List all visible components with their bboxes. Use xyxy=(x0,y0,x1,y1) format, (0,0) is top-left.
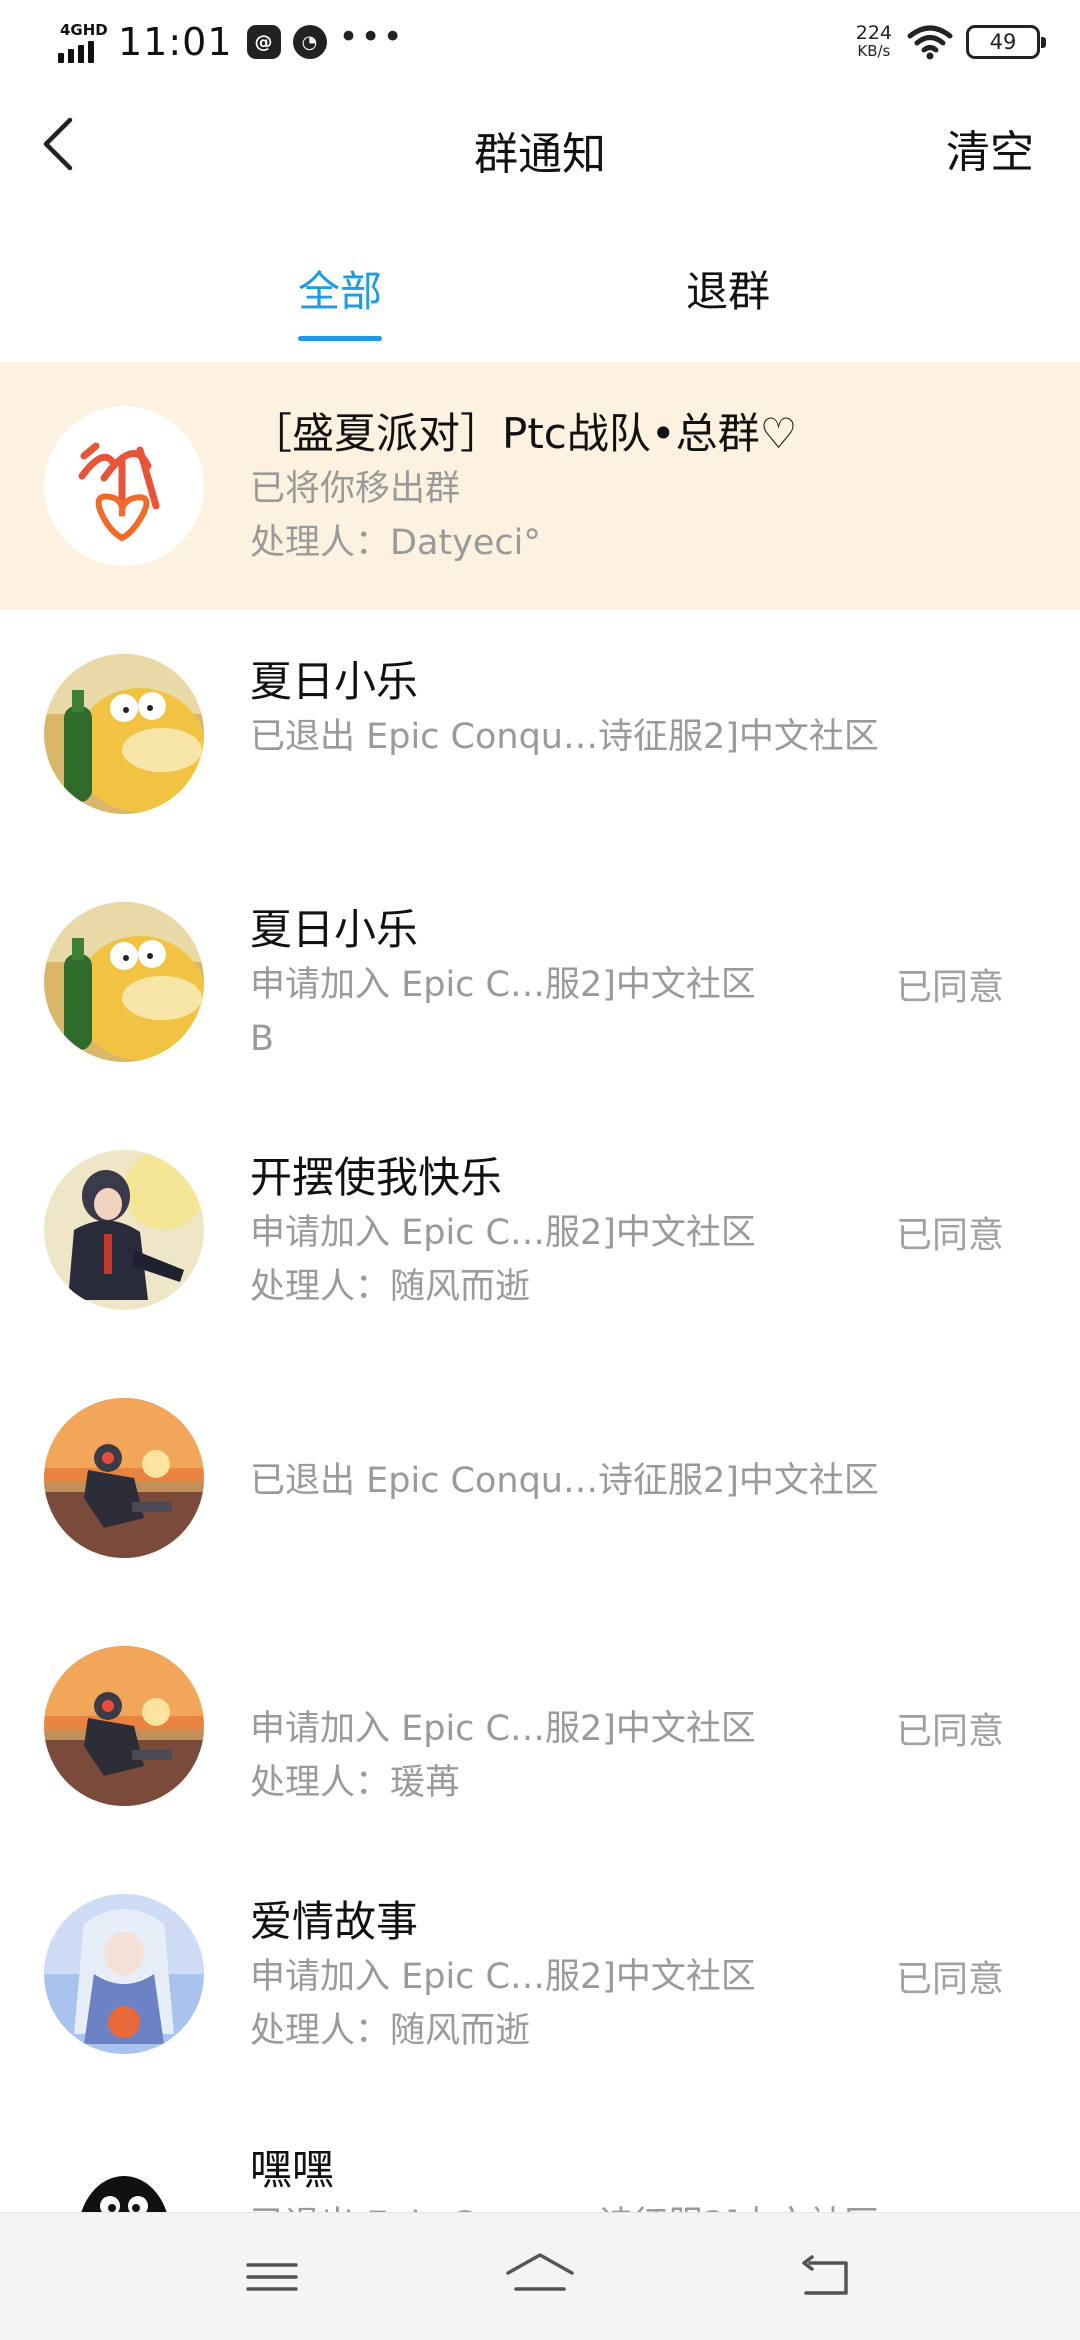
app-notification-icon: @ xyxy=(246,25,281,59)
notice-line1: 申请加入 Epic C…服2]中文社区 xyxy=(250,1213,756,1253)
notice-line2: 处理人：Datyeci° xyxy=(250,523,541,563)
tab-quit-group[interactable]: 退群 xyxy=(686,258,770,319)
notice-name: 爱情故事 xyxy=(250,1897,419,1946)
notice-name xyxy=(250,1398,900,1454)
notice-name: 夏日小乐 xyxy=(250,905,419,954)
menu-icon xyxy=(246,2263,298,2291)
system-nav-bar xyxy=(0,2212,1080,2340)
notice-line1: 已退出 Epic Conqu…诗征服2]中文社区 xyxy=(250,717,879,757)
battery-icon: 49 xyxy=(966,25,1046,59)
anime-character-avatar[interactable] xyxy=(44,1150,204,1310)
notice-name: 开摆使我快乐 xyxy=(250,1153,503,1202)
page-title: 群通知 xyxy=(474,129,606,180)
sunset-mech-avatar[interactable] xyxy=(44,1398,204,1558)
notice-status: 已同意 xyxy=(895,1215,1004,1256)
notice-text: 开摆使我快乐 申请加入 Epic C…服2]中文社区 处理人：随风而逝 xyxy=(250,1150,900,1314)
home-button[interactable] xyxy=(504,2241,576,2313)
notice-line2: 处理人：随风而逝 xyxy=(250,1267,531,1307)
notice-line1: 已将你移出群 xyxy=(250,469,461,509)
notice-item[interactable]: ［盛夏派对］Ptc战队•总群♡ 已将你移出群 处理人：Datyeci° xyxy=(0,362,1080,610)
notice-text: 夏日小乐 已退出 Epic Conqu…诗征服2]中文社区 xyxy=(250,654,900,764)
notice-name xyxy=(250,1646,900,1702)
clock: 11:01 xyxy=(118,20,233,64)
status-bar-right: 224 KB/s 49 xyxy=(855,22,1046,62)
notice-text: 夏日小乐 申请加入 Epic C…服2]中文社区 B xyxy=(250,902,900,1066)
compass-icon: ◔ xyxy=(292,25,327,59)
notice-name: 夏日小乐 xyxy=(250,657,419,706)
sunset-mech-avatar[interactable] xyxy=(44,1646,204,1806)
notice-line2: 处理人：随风而逝 xyxy=(250,2011,531,2051)
status-bar: 4GHD 11:01 @ ◔ ••• 224 KB/s 49 xyxy=(0,0,1080,86)
signal-icon: 4GHD xyxy=(58,21,108,63)
group-logo-avatar[interactable] xyxy=(44,406,204,566)
clear-button[interactable]: 清空 xyxy=(946,116,1034,180)
status-bar-left: 4GHD 11:01 @ ◔ ••• xyxy=(58,17,405,64)
notice-status: 已同意 xyxy=(895,1711,1004,1752)
more-dots-icon: ••• xyxy=(338,17,405,57)
notice-text: ［盛夏派对］Ptc战队•总群♡ 已将你移出群 处理人：Datyeci° xyxy=(250,406,900,570)
notice-line2: B xyxy=(250,1019,275,1059)
notice-list: ［盛夏派对］Ptc战队•总群♡ 已将你移出群 处理人：Datyeci° 夏日小乐 xyxy=(0,362,1080,2340)
network-type: 4GHD xyxy=(60,21,108,39)
duck-avatar[interactable] xyxy=(44,654,204,814)
notice-line1: 已退出 Epic Conqu…诗征服2]中文社区 xyxy=(250,1461,879,1501)
speed-unit: KB/s xyxy=(857,42,891,60)
notice-item[interactable]: 申请加入 Epic C…服2]中文社区 处理人：瑗苒 已同意 xyxy=(0,1602,1080,1850)
notice-name: ［盛夏派对］Ptc战队•总群♡ xyxy=(250,409,798,458)
battery-level: 49 xyxy=(989,30,1017,54)
notice-item[interactable]: 已退出 Epic Conqu…诗征服2]中文社区 xyxy=(0,1354,1080,1602)
tab-all[interactable]: 全部 xyxy=(298,258,383,341)
notice-text: 申请加入 Epic C…服2]中文社区 处理人：瑗苒 xyxy=(250,1646,900,1810)
notice-line2: 处理人：瑗苒 xyxy=(250,1763,461,1803)
notice-text: 已退出 Epic Conqu…诗征服2]中文社区 xyxy=(250,1398,900,1508)
notice-line1: 申请加入 Epic C…服2]中文社区 xyxy=(250,1709,756,1749)
notice-text: 爱情故事 申请加入 Epic C…服2]中文社区 处理人：随风而逝 xyxy=(250,1894,900,2058)
notice-item[interactable]: 夏日小乐 已退出 Epic Conqu…诗征服2]中文社区 xyxy=(0,610,1080,858)
notice-status: 已同意 xyxy=(895,1959,1004,2000)
notice-item[interactable]: 爱情故事 申请加入 Epic C…服2]中文社区 处理人：随风而逝 已同意 xyxy=(0,1850,1080,2098)
anime-girl-avatar[interactable] xyxy=(44,1894,204,2054)
network-speed: 224 KB/s xyxy=(855,22,892,61)
notice-name: 嘿嘿 xyxy=(250,2145,335,2194)
wifi-icon xyxy=(907,25,953,60)
title-bar: 群通知 清空 xyxy=(0,86,1080,204)
notice-item[interactable]: 开摆使我快乐 申请加入 Epic C…服2]中文社区 处理人：随风而逝 已同意 xyxy=(0,1106,1080,1354)
duck-avatar[interactable] xyxy=(44,902,204,1062)
notice-line1: 申请加入 Epic C…服2]中文社区 xyxy=(250,1957,756,1997)
menu-button[interactable] xyxy=(236,2241,308,2313)
tab-bar: 全部 退群 xyxy=(0,204,1080,362)
notice-status: 已同意 xyxy=(895,967,1004,1008)
home-icon xyxy=(506,2253,574,2291)
return-icon xyxy=(802,2255,848,2295)
notice-line1: 申请加入 Epic C…服2]中文社区 xyxy=(250,965,756,1005)
speed-value: 224 xyxy=(855,22,892,44)
return-button[interactable] xyxy=(790,2241,862,2313)
notice-item[interactable]: 夏日小乐 申请加入 Epic C…服2]中文社区 B 已同意 xyxy=(0,858,1080,1106)
